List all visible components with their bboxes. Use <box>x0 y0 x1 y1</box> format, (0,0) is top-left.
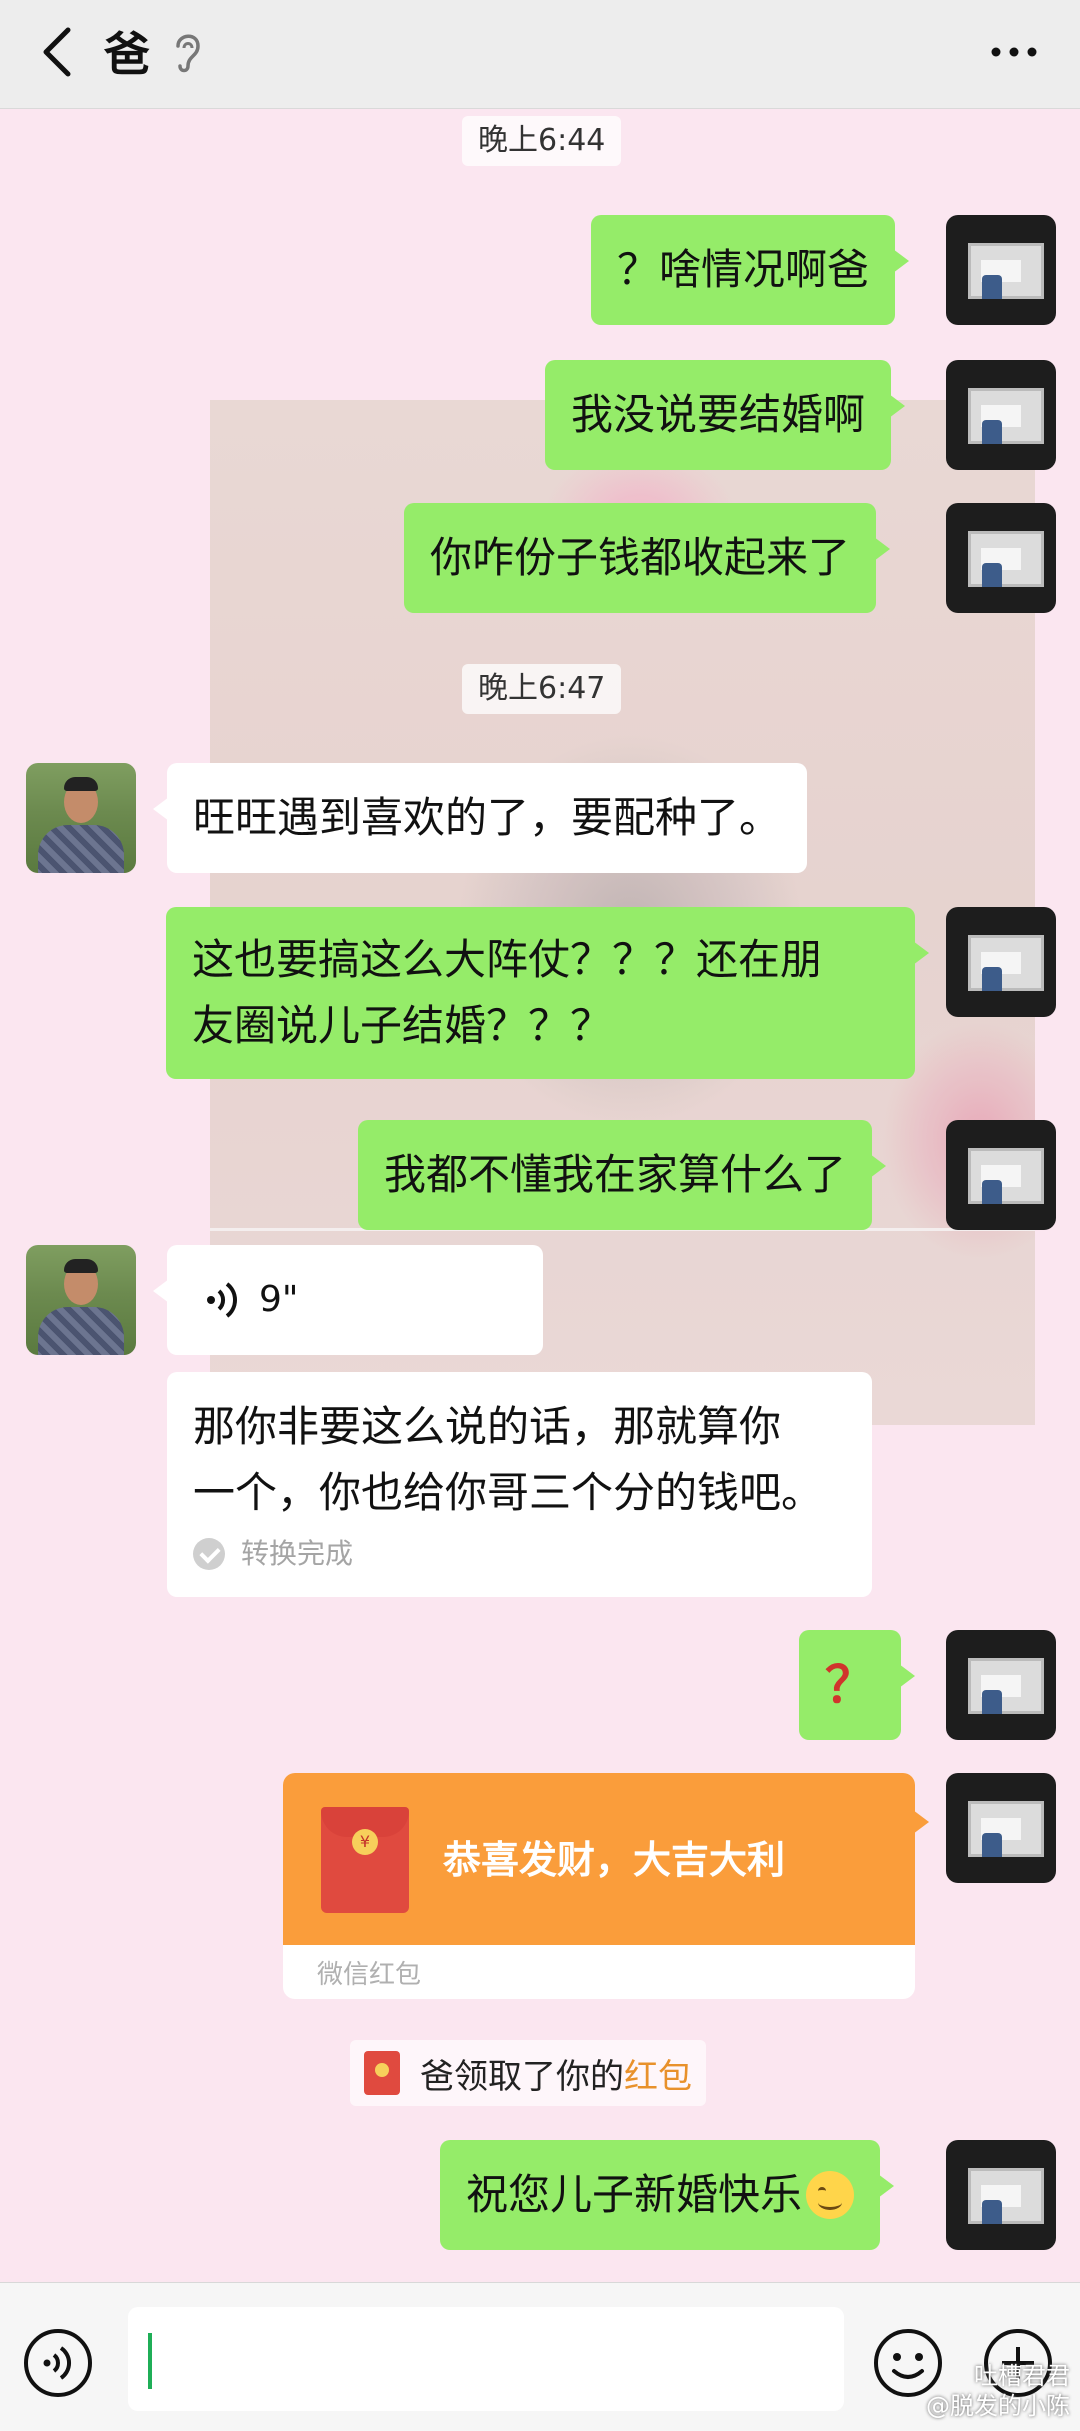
my-avatar[interactable] <box>946 360 1056 470</box>
dad-message[interactable]: 旺旺遇到喜欢的了，要配种了。 <box>152 763 808 873</box>
check-icon <box>193 1538 225 1570</box>
my-avatar[interactable] <box>946 215 1056 325</box>
my-avatar[interactable] <box>946 907 1056 1017</box>
transcript-status-label: 转换完成 <box>241 1537 354 1570</box>
smile-emoji-icon <box>806 2171 855 2219</box>
transcript-status: 转换完成 <box>193 1534 846 1574</box>
message-line: 这也要搞这么大阵仗？？？还在朋 <box>192 935 823 984</box>
watermark-line: @脱发的小陈 <box>926 2392 1070 2420</box>
voice-transcript[interactable]: 那你非要这么说的话，那就算你 一个，你也给你哥三个分的钱吧。 转换完成 <box>167 1372 872 1597</box>
voice-wave-icon <box>207 1282 237 1318</box>
my-avatar[interactable] <box>946 503 1056 613</box>
my-avatar[interactable] <box>946 1773 1056 1883</box>
message-input[interactable] <box>128 2307 844 2411</box>
red-packet-card[interactable]: ¥ 恭喜发财，大吉大利 微信红包 <box>283 1773 915 1999</box>
watermark-line: 吐槽君君 <box>974 2362 1070 2390</box>
system-notice: 爸领取了你的 红包 <box>350 2040 706 2106</box>
red-packet-body: ¥ 恭喜发财，大吉大利 <box>283 1773 915 1945</box>
red-packet-tail <box>913 1810 929 1834</box>
timestamp: 晚上6:44 <box>462 116 622 166</box>
my-message[interactable]: 这也要搞这么大阵仗？？？还在朋 友圈说儿子结婚？？？ <box>166 907 929 1079</box>
chat-title: 爸 <box>104 27 150 81</box>
transcript-line: 一个，你也给你哥三个分的钱吧。 <box>193 1468 824 1517</box>
text-caret <box>148 2333 152 2389</box>
red-packet-label: 微信红包 <box>317 1960 422 1990</box>
my-avatar[interactable] <box>946 1120 1056 1230</box>
my-avatar[interactable] <box>946 1630 1056 1740</box>
timestamp: 晚上6:47 <box>462 664 622 714</box>
dad-avatar[interactable] <box>26 763 136 873</box>
my-message[interactable]: 我没说要结婚啊 <box>545 360 906 470</box>
transcript-line: 那你非要这么说的话，那就算你 <box>193 1402 782 1451</box>
ear-icon <box>176 34 200 73</box>
red-packet-greeting: 恭喜发财，大吉大利 <box>443 1838 786 1882</box>
my-message[interactable]: 我都不懂我在家算什么了 <box>358 1120 887 1230</box>
my-message[interactable]: ？ <box>799 1630 915 1740</box>
voice-duration: 9" <box>259 1279 299 1320</box>
coin-icon: ¥ <box>352 1829 378 1855</box>
my-message[interactable]: ？啥情况啊爸 <box>591 215 910 325</box>
my-avatar[interactable] <box>946 2140 1056 2250</box>
chat-header: 爸 <box>0 0 1080 109</box>
my-message[interactable]: 祝您儿子新婚快乐 <box>440 2140 895 2250</box>
message-text: 祝您儿子新婚快乐 <box>466 2170 803 2219</box>
system-notice-text: 爸领取了你的 <box>420 2056 624 2097</box>
back-icon[interactable] <box>28 20 88 84</box>
voice-input-icon[interactable] <box>22 2327 94 2399</box>
red-packet-icon: ¥ <box>321 1807 409 1913</box>
question-mark: ？ <box>825 1656 875 1714</box>
dad-avatar[interactable] <box>26 1245 136 1355</box>
red-packet-icon <box>364 2051 400 2095</box>
input-bar: 吐槽君君 @脱发的小陈 <box>0 2282 1080 2431</box>
voice-message[interactable]: 9" <box>153 1245 543 1355</box>
more-icon[interactable] <box>984 22 1044 82</box>
red-packet-link[interactable]: 红包 <box>624 2049 692 2098</box>
message-line: 友圈说儿子结婚？？？ <box>192 1001 613 1050</box>
my-message[interactable]: 你咋份子钱都收起来了 <box>404 503 891 613</box>
watermark: 吐槽君君 @脱发的小陈 <box>926 2361 1070 2421</box>
